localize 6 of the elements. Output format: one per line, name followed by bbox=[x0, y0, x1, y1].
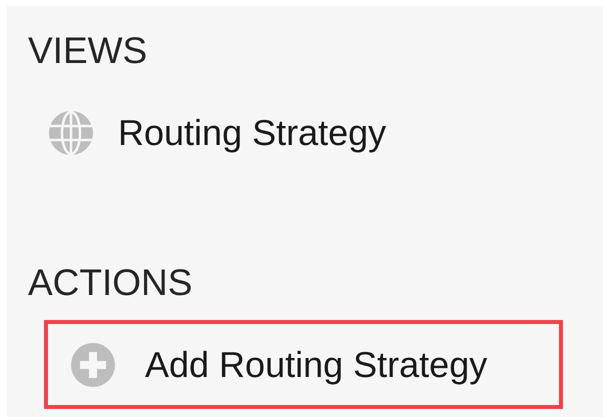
section-heading: ACTIONS bbox=[27, 261, 194, 305]
section-heading: VIEWS bbox=[27, 29, 148, 73]
item-label[interactable]: Routing Strategy bbox=[118, 112, 386, 154]
item-label[interactable]: Add Routing Strategy bbox=[145, 344, 488, 386]
globe-icon bbox=[49, 111, 93, 155]
plus-icon bbox=[71, 342, 115, 386]
